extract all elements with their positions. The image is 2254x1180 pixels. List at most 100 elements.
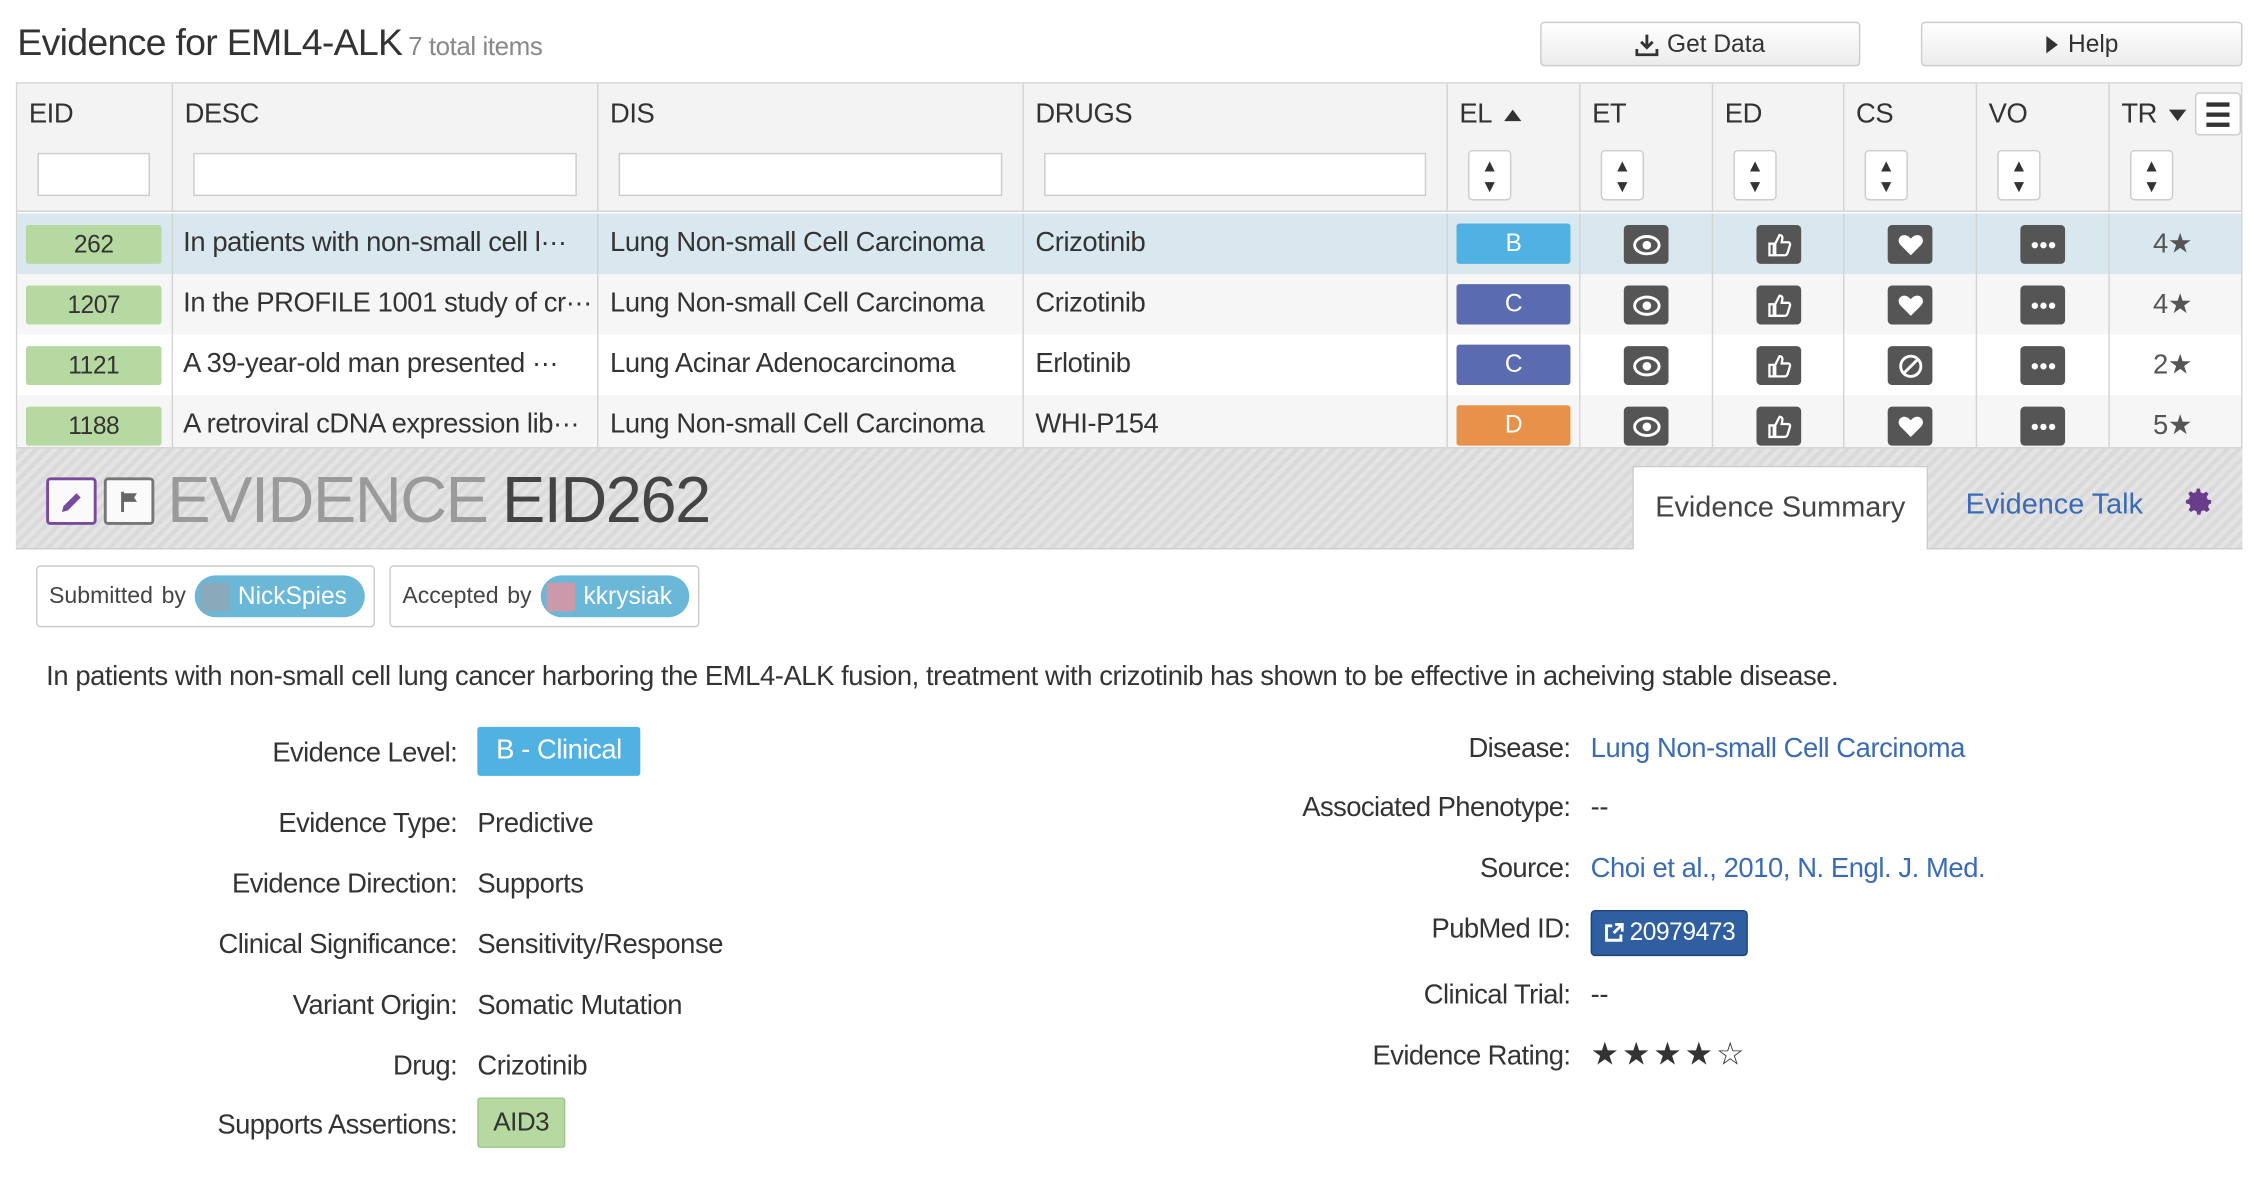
eid-badge[interactable]: 1207: [25, 285, 162, 325]
cell-tr: 4★: [2110, 274, 2241, 335]
caret-right-icon: [2046, 35, 2058, 53]
disease-link[interactable]: Lung Non-small Cell Carcinoma: [1591, 734, 1966, 766]
column-header-vo[interactable]: VO ▲ ▼: [1977, 83, 2110, 212]
user-pill-accepter[interactable]: kkrysiak: [540, 575, 690, 618]
external-link-icon: [1605, 922, 1624, 942]
tab-evidence-summary[interactable]: Evidence Summary: [1632, 465, 1929, 550]
submitted-by: Submitted by NickSpies: [36, 565, 375, 628]
ed-filter-stepper[interactable]: ▲ ▼: [1733, 149, 1777, 201]
cell-dis-text: Lung Non-small Cell Carcinoma: [610, 288, 985, 319]
help-button[interactable]: Help: [1920, 21, 2243, 67]
submitter-name: NickSpies: [237, 581, 347, 610]
avatar: [546, 581, 575, 611]
evidence-title-prefix: EVIDENCE: [167, 462, 489, 537]
cell-eid[interactable]: 1121: [17, 334, 174, 396]
eye-icon: [1632, 234, 1660, 255]
supports-assertions-value[interactable]: AID3: [477, 1097, 566, 1148]
eid-filter-input[interactable]: [37, 152, 150, 197]
thumbs-up-icon: [1767, 233, 1791, 256]
cell-drug-text: Crizotinib: [1035, 227, 1146, 259]
supports-assertions-label: Supports Assertions:: [217, 1110, 458, 1141]
column-header-el[interactable]: EL ▲ ▼: [1448, 83, 1581, 212]
table-row[interactable]: 1188 A retroviral cDNA expression lib··· L…: [17, 395, 2242, 448]
variant-origin-value: Somatic Mutation: [477, 990, 683, 1022]
tab-evidence-talk[interactable]: Evidence Talk: [1966, 489, 2143, 522]
evidence-rating-label: Evidence Rating:: [1372, 1041, 1572, 1072]
trust-rating: 4★: [2153, 228, 2193, 259]
cell-eid[interactable]: 1207: [17, 273, 174, 335]
evidence-type-icon-box: [1623, 346, 1669, 386]
evidence-direction-icon-box: [1756, 406, 1802, 446]
cell-el: D: [1448, 395, 1581, 448]
evidence-level-value[interactable]: B - Clinical: [477, 726, 641, 776]
evidence-direction-icon-box: [1756, 224, 1802, 264]
ban-icon: [1898, 354, 1922, 378]
eye-icon: [1632, 416, 1660, 437]
dis-filter-input[interactable]: [618, 152, 1003, 197]
cell-drugs: Crizotinib: [1024, 273, 1448, 335]
flag-button[interactable]: [103, 477, 155, 525]
column-header-cs[interactable]: CS ▲ ▼: [1844, 83, 1978, 212]
pubmed-button[interactable]: 20979473: [1590, 909, 1749, 957]
evidence-type-label: Evidence Type:: [278, 809, 458, 840]
cell-tr: 4★: [2110, 213, 2241, 274]
cell-tr: 2★: [2110, 335, 2241, 396]
table-row[interactable]: 1207 In the PROFILE 1001 study of cr··· Lu…: [17, 273, 2242, 335]
evidence-direction-label: Evidence Direction:: [232, 869, 458, 900]
cell-drugs: Crizotinib: [1024, 213, 1448, 274]
edit-button[interactable]: [46, 477, 97, 525]
cell-ed: [1713, 213, 1845, 274]
tr-filter-stepper[interactable]: ▲ ▼: [2129, 149, 2174, 201]
cell-et: [1581, 395, 1714, 448]
table-row[interactable]: 262 In patients with non-small cell l··· L…: [17, 213, 2242, 274]
gear-icon[interactable]: [2183, 486, 2215, 518]
eid-badge[interactable]: 1121: [25, 346, 162, 386]
column-label: ED: [1724, 99, 1763, 130]
table-row[interactable]: 1121 A 39-year-old man presented ··· Lung …: [17, 334, 2242, 396]
item-count: 7 total items: [408, 31, 543, 61]
et-filter-stepper[interactable]: ▲ ▼: [1600, 149, 1644, 201]
column-header-drugs[interactable]: DRUGS: [1024, 83, 1448, 212]
clinical-significance-icon-box: [1887, 406, 1933, 446]
column-header-et[interactable]: ET ▲ ▼: [1581, 83, 1714, 212]
eye-icon: [1632, 294, 1660, 316]
evidence-type-icon-box: [1623, 285, 1669, 325]
grid-header: EID DESC DIS DRUGS EL ▲ ▼ ET ▲ ▼ ED ▲ ▼ …: [17, 83, 2242, 212]
column-label: ET: [1592, 99, 1627, 130]
drug-label: Drug:: [393, 1051, 458, 1082]
cell-vo: [1977, 334, 2110, 396]
eid-badge[interactable]: 262: [25, 224, 162, 264]
accepted-by: Accepted by kkrysiak: [389, 565, 700, 628]
pubmed-value[interactable]: 20979473: [1590, 909, 1749, 957]
cell-drug-text: Erlotinib: [1035, 348, 1131, 380]
grid-menu-icon[interactable]: [2194, 92, 2242, 136]
column-header-dis[interactable]: DIS: [598, 83, 1024, 212]
source-link[interactable]: Choi et al., 2010, N. Engl. J. Med.: [1591, 854, 1986, 886]
clinical-significance-label: Clinical Significance:: [218, 930, 458, 961]
disease-label: Disease:: [1468, 734, 1571, 765]
desc-filter-input[interactable]: [193, 152, 577, 197]
eid-badge[interactable]: 1188: [25, 406, 162, 446]
cell-desc: In the PROFILE 1001 study of cr···: [173, 273, 599, 335]
user-pill-submitter[interactable]: NickSpies: [194, 575, 365, 618]
cell-eid[interactable]: 1188: [17, 395, 174, 448]
cell-eid[interactable]: 262: [17, 213, 174, 274]
cell-cs: [1844, 395, 1978, 448]
cell-ed: [1713, 334, 1845, 396]
get-data-button[interactable]: Get Data: [1540, 21, 1861, 67]
cell-desc-text: A retroviral cDNA expression lib···: [183, 409, 580, 440]
column-header-eid[interactable]: EID: [17, 83, 174, 212]
eye-icon: [1632, 355, 1660, 376]
column-header-desc[interactable]: DESC: [173, 83, 599, 212]
more-icon: [2030, 362, 2055, 369]
variant-origin-icon-box: [2020, 224, 2066, 264]
evidence-description: In patients with non-small cell lung can…: [46, 661, 1839, 693]
cs-filter-stepper[interactable]: ▲ ▼: [1864, 149, 1908, 201]
heart-icon: [1897, 234, 1923, 255]
vo-filter-stepper[interactable]: ▲ ▼: [1997, 149, 2041, 201]
download-icon: [1635, 33, 1659, 56]
evidence-title-id: EID262: [501, 462, 711, 537]
drugs-filter-input[interactable]: [1044, 152, 1427, 197]
el-filter-stepper[interactable]: ▲ ▼: [1468, 149, 1512, 201]
column-header-ed[interactable]: ED ▲ ▼: [1713, 83, 1845, 212]
